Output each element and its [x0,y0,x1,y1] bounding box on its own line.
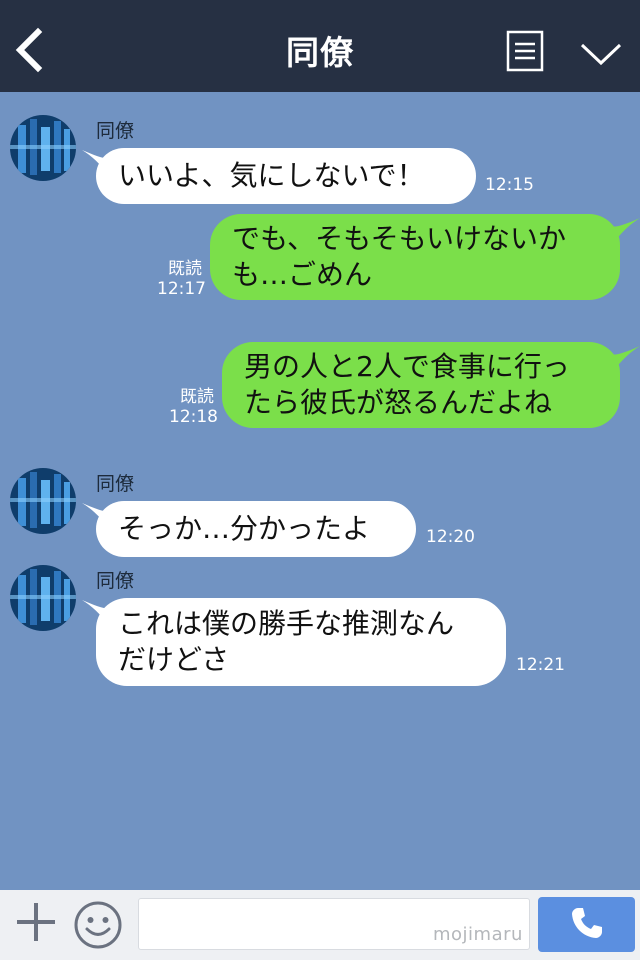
phone-icon [570,906,604,944]
avatar[interactable] [10,115,76,181]
message-bubble[interactable]: 男の人と2人で食事に行っ たら彼氏が怒るんだよね [222,342,620,428]
sender-name: 同僚 [96,473,135,495]
sender-name: 同僚 [96,570,135,592]
message-time: 12:21 [516,655,565,675]
read-receipt: 既読 [168,259,202,279]
message-time: 12:18 [169,407,218,427]
avatar-image [10,115,76,181]
message-text: そっか…分かったよ [118,512,371,546]
message-bubble[interactable]: いいよ、気にしないで！ [96,148,476,204]
avatar-image [10,565,76,631]
message-bubble[interactable]: でも、そもそもいけないか も…ごめん [210,214,620,300]
message-text: いいよ、気にしないで！ [118,159,425,193]
message-bubble[interactable]: そっか…分かったよ [96,501,416,557]
watermark: mojimaru [433,924,523,945]
message-text: 男の人と2人で食事に行っ たら彼氏が怒るんだよね [244,350,570,419]
avatar[interactable] [10,468,76,534]
plus-icon [14,903,58,948]
message-time: 12:17 [157,279,206,299]
page-title: 同僚 [286,33,354,72]
menu-button[interactable] [506,30,544,74]
sender-name: 同僚 [96,120,135,142]
smiley-icon [73,901,123,954]
message-time: 12:20 [426,527,475,547]
message-bubble[interactable]: これは僕の勝手な推測なん だけどさ [96,598,506,686]
call-button[interactable] [538,897,635,952]
emoji-button[interactable] [73,900,123,950]
add-button[interactable] [14,900,58,944]
chat-area[interactable]: 同僚 いいよ、気にしないで！ 12:15 でも、そもそもいけないか も…ごめん … [0,92,640,890]
avatar-image [10,468,76,534]
menu-icon [506,30,544,74]
chat-header: 同僚 [0,0,640,92]
message-time: 12:15 [485,175,534,195]
read-receipt: 既読 [180,387,214,407]
message-text: でも、そもそもいけないか も…ごめん [232,222,567,291]
chevron-down-icon [578,36,624,70]
message-text: これは僕の勝手な推測なん だけどさ [118,607,455,676]
dropdown-button[interactable] [578,36,624,70]
avatar[interactable] [10,565,76,631]
